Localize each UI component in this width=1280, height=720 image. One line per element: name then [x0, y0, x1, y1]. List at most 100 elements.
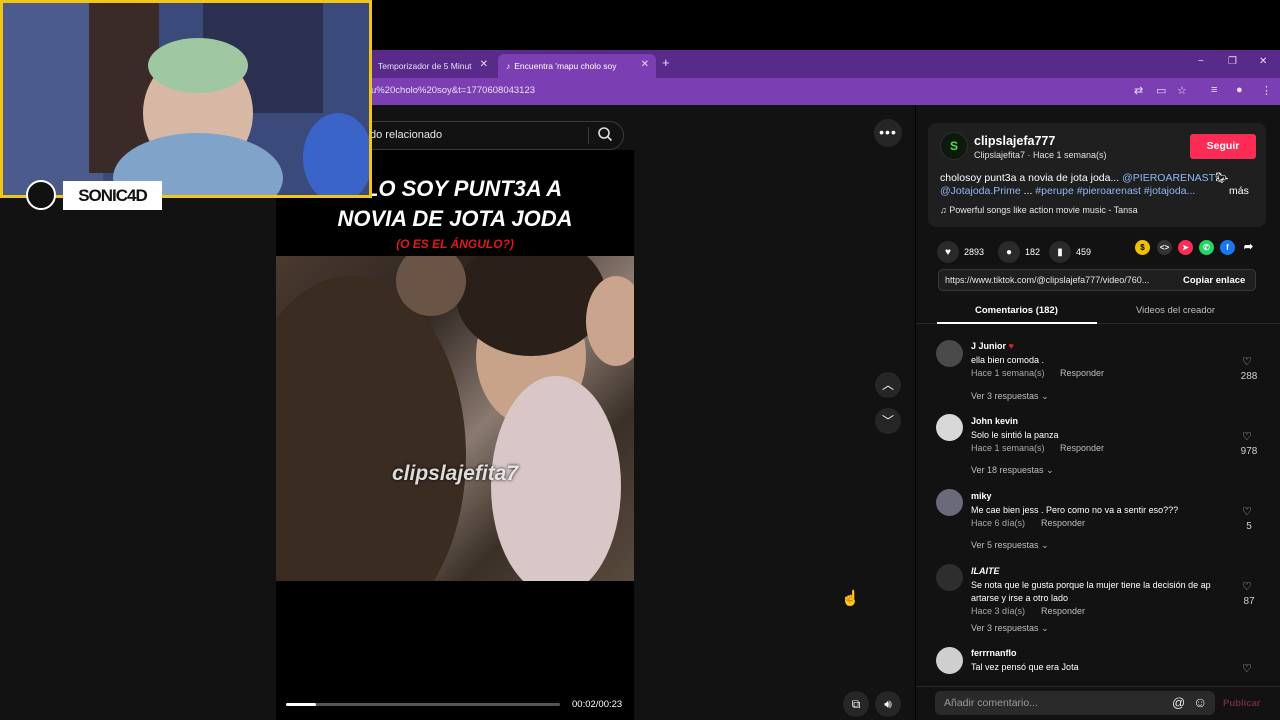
heart-icon[interactable]: ♡	[1242, 430, 1252, 443]
heart-icon[interactable]: ♡	[1242, 505, 1252, 518]
music-row[interactable]: ♫ Powerful songs like action movie music…	[940, 205, 1138, 215]
avatar[interactable]: S	[940, 132, 968, 160]
webcam-overlay	[0, 0, 372, 198]
tab-creator-videos[interactable]: Videos del creador	[1136, 305, 1215, 316]
whatsapp-icon[interactable]: ✆	[1199, 240, 1214, 255]
save-button[interactable]: ▮ 459	[1049, 241, 1091, 263]
comment-author[interactable]: J Junior ♥	[971, 341, 1014, 351]
previous-video-button[interactable]: ︿	[875, 372, 901, 398]
mention-link[interactable]: @PIEROARENAST	[1122, 172, 1215, 184]
comment-time: Hace 1 semana(s)	[971, 368, 1045, 378]
comment-placeholder: Añadir comentario...	[944, 697, 1038, 709]
hashtag-link[interactable]: #pieroarenast	[1074, 185, 1141, 197]
menu-icon[interactable]: ⋮	[1261, 84, 1272, 97]
comment-icon: ●	[998, 241, 1020, 263]
comment-author[interactable]: ILAITE	[971, 566, 1000, 576]
progress-fill[interactable]	[286, 703, 317, 706]
like-count: 2893	[964, 247, 985, 257]
view-replies-button[interactable]: Ver 3 respuestas ⌄	[971, 623, 1049, 634]
view-replies-button[interactable]: Ver 5 respuestas ⌄	[971, 540, 1049, 551]
more-link[interactable]: más	[1229, 185, 1249, 197]
profile-icon[interactable]: ●	[1236, 84, 1243, 96]
media-icon[interactable]: ≡	[1211, 84, 1217, 96]
embed-icon[interactable]: <>	[1157, 240, 1172, 255]
reply-button[interactable]: Responder	[1041, 518, 1085, 528]
tab-active-indicator	[937, 322, 1097, 324]
heart-badge-icon: ♥	[1008, 341, 1014, 351]
comment-author[interactable]: John kevin	[971, 416, 1018, 426]
heart-icon[interactable]: ♡	[1242, 355, 1252, 368]
reply-button[interactable]: Responder	[1060, 368, 1104, 378]
follow-button[interactable]: Seguir	[1190, 134, 1256, 159]
close-icon[interactable]: ✕	[480, 59, 488, 70]
post-description-line1: cholosoy punt3a a novia de jota joda... …	[940, 171, 1228, 184]
like-button[interactable]: ♥ 2893	[937, 241, 984, 263]
avatar[interactable]	[936, 414, 963, 441]
horse-icon: 🐎︎	[1215, 172, 1229, 184]
more-options-button[interactable]: •••	[874, 119, 902, 147]
mention-link[interactable]: @Jotajoda.Prime	[940, 185, 1021, 197]
send-icon[interactable]: ➤	[1178, 240, 1193, 255]
music-note-icon: ♫	[940, 205, 950, 215]
comment-text: Me cae bien jess . Pero como no va a sen…	[971, 505, 1179, 515]
view-replies-button[interactable]: Ver 18 respuestas ⌄	[971, 465, 1054, 476]
search-divider	[588, 127, 589, 144]
comment-text: Tal vez pensó que era Jota	[971, 662, 1079, 672]
search-text: do relacionado	[370, 129, 443, 141]
avatar[interactable]	[936, 340, 963, 367]
close-window-icon[interactable]: ✕	[1259, 56, 1267, 67]
video-caption-line3: (O ES EL ÁNGULO?)	[396, 237, 514, 251]
picture-in-picture-icon[interactable]: ⧉	[843, 691, 869, 717]
reply-button[interactable]: Responder	[1060, 443, 1104, 453]
bookmark-star-icon[interactable]: ☆	[1177, 84, 1187, 97]
video-frame	[276, 256, 634, 581]
mention-icon[interactable]: @	[1172, 695, 1185, 710]
post-comment-button[interactable]: Publicar	[1223, 698, 1261, 709]
search-icon[interactable]	[596, 125, 614, 143]
facebook-icon[interactable]: f	[1220, 240, 1235, 255]
chevron-down-icon: ⌄	[1041, 540, 1049, 550]
avatar[interactable]	[936, 647, 963, 674]
maximize-icon[interactable]: ❐	[1228, 56, 1237, 67]
tab-comments[interactable]: Comentarios (182)	[975, 305, 1058, 316]
share-arrow-icon[interactable]: ➦	[1241, 240, 1256, 255]
avatar[interactable]	[936, 489, 963, 516]
comment-like-count: 5	[1246, 521, 1252, 532]
new-tab-button[interactable]: +	[662, 55, 670, 70]
video-link[interactable]: https://www.tiktok.com/@clipslajefa777/v…	[945, 275, 1149, 285]
view-replies-button[interactable]: Ver 3 respuestas ⌄	[971, 391, 1049, 402]
user-subtitle: Clipslajefita7 · Hace 1 semana(s)	[974, 150, 1107, 160]
comment-author[interactable]: miky	[971, 491, 992, 501]
progress-track[interactable]	[286, 703, 560, 706]
coin-icon[interactable]: $	[1135, 240, 1150, 255]
chevron-down-icon: ⌄	[1046, 465, 1054, 475]
username[interactable]: clipslajefa777	[974, 134, 1055, 148]
comment-author[interactable]: ferrrnanflo	[971, 648, 1017, 658]
hashtag-link[interactable]: #perupe	[1035, 185, 1074, 197]
post-description-line2: @Jotajoda.Prime ... #perupe #pieroarenas…	[940, 185, 1195, 197]
emoji-icon[interactable]: ☺	[1193, 694, 1207, 710]
translate-icon[interactable]: ⇄	[1134, 84, 1143, 97]
cast-icon[interactable]: ▭	[1156, 84, 1166, 97]
avatar[interactable]	[936, 564, 963, 591]
heart-icon: ♥	[937, 241, 959, 263]
reply-button[interactable]: Responder	[1041, 606, 1085, 616]
comment-text: Solo le sintió la panza	[971, 430, 1059, 440]
mouse-cursor-icon: ☝	[841, 590, 860, 607]
tab-label: Encuentra 'mapu cholo soy	[514, 61, 617, 71]
close-icon[interactable]: ✕	[641, 59, 649, 70]
bookmark-icon: ▮	[1049, 241, 1071, 263]
heart-icon[interactable]: ♡	[1242, 662, 1252, 675]
heart-icon[interactable]: ♡	[1242, 580, 1252, 593]
tab-timer[interactable]: Temporizador de 5 Minut ✕	[370, 54, 495, 78]
url-text[interactable]: u%20cholo%20soy&t=1770608043123	[371, 85, 535, 96]
comment-button[interactable]: ● 182	[998, 241, 1040, 263]
minimize-icon[interactable]: −	[1198, 56, 1204, 67]
next-video-button[interactable]: ﹀	[875, 408, 901, 434]
video-caption-line2: NOVIA DE JOTA JODA	[337, 206, 573, 231]
tab-label: Temporizador de 5 Minut	[378, 61, 472, 71]
hashtag-link[interactable]: #jotajoda...	[1141, 185, 1195, 197]
volume-icon[interactable]: 🔊︎	[875, 691, 901, 717]
tab-tiktok-search[interactable]: ♪ Encuentra 'mapu cholo soy ✕	[498, 54, 656, 78]
copy-link-button[interactable]: Copiar enlace	[1183, 275, 1245, 286]
